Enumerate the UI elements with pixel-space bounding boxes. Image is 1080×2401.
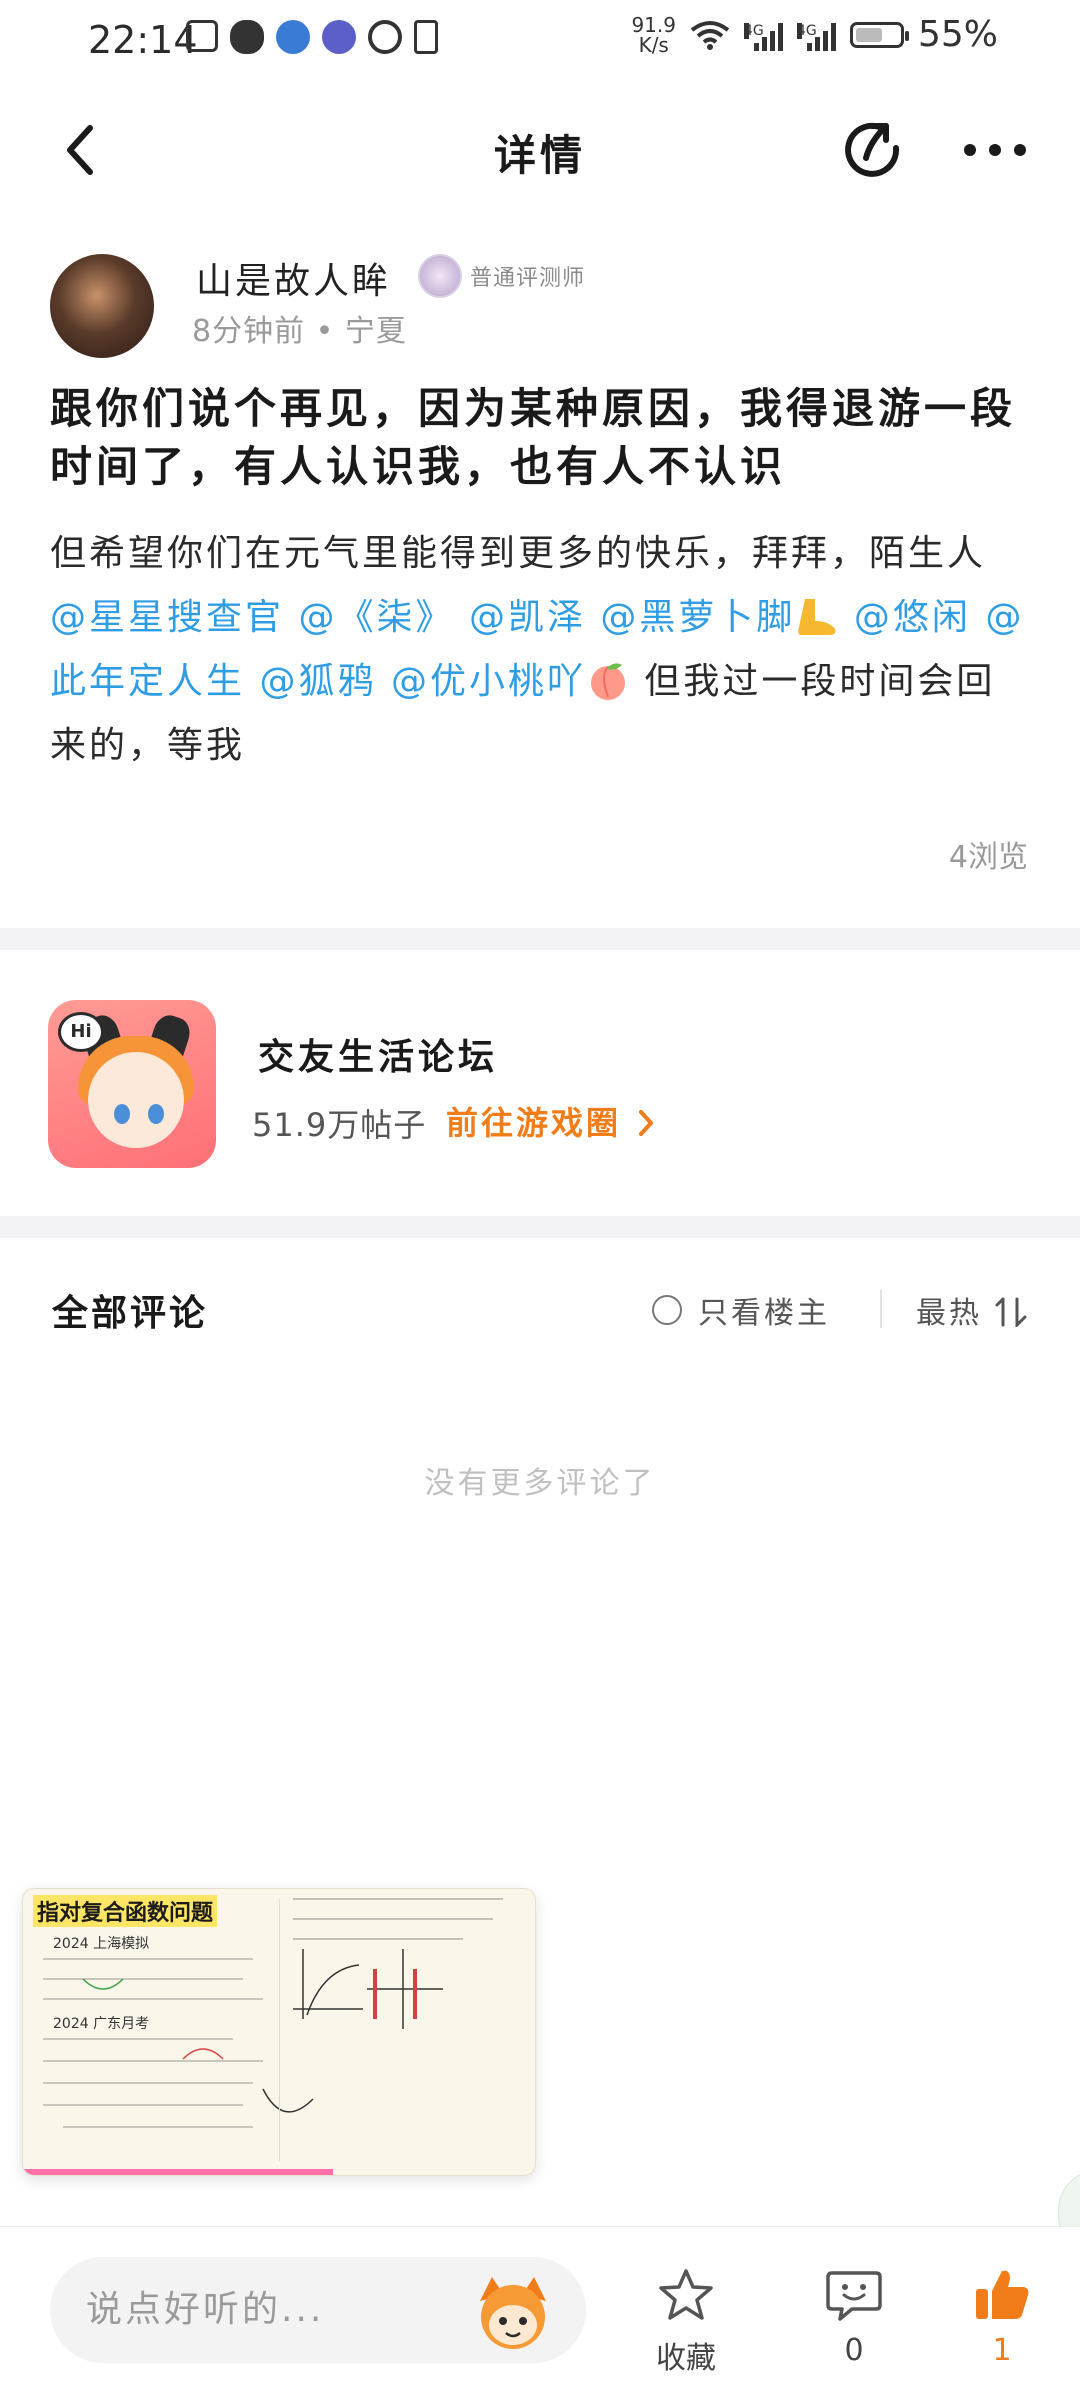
author-rank-badge: 普通评测师 xyxy=(418,254,585,298)
share-icon xyxy=(845,122,900,177)
signal-icon: 4G xyxy=(796,19,836,51)
forum-name[interactable]: 交友生活论坛 xyxy=(258,1028,498,1080)
share-button[interactable] xyxy=(842,118,906,182)
post-meta: 8分钟前 • 宁夏 xyxy=(192,314,407,349)
notification-icons xyxy=(186,20,438,54)
status-time: 22:14 xyxy=(88,18,198,62)
only-op-toggle[interactable]: 只看楼主 xyxy=(652,1288,830,1332)
mention-link[interactable]: @黑萝卜脚 xyxy=(600,597,795,638)
author-avatar[interactable] xyxy=(50,254,154,358)
post-body-intro: 但希望你们在元气里能得到更多的快乐，拜拜，陌生人 xyxy=(50,533,987,574)
forum-icon[interactable]: Hi xyxy=(48,1000,216,1168)
comment-count: 0 xyxy=(844,2333,864,2368)
page-title: 详情 xyxy=(493,131,586,180)
network-speed: 91.9 K/s xyxy=(631,12,676,57)
author-name[interactable]: 山是故人眸 xyxy=(196,252,391,304)
vertical-divider xyxy=(880,1290,882,1328)
post-title: 跟你们说个再见，因为某种原因，我得退游一段时间了，有人认识我，也有人不认识 xyxy=(50,384,1017,491)
like-button[interactable]: 1 xyxy=(952,2267,1052,2368)
mention-link[interactable]: @星星搜查官 xyxy=(50,597,284,638)
forum-post-count: 51.9万帖子 xyxy=(252,1106,427,1144)
sort-icon xyxy=(995,1297,1027,1329)
wechat-icon xyxy=(230,20,264,54)
sort-label: 最热 xyxy=(916,1296,982,1331)
section-divider xyxy=(0,928,1080,950)
wifi-icon xyxy=(690,20,730,50)
nav-header: 详情 xyxy=(0,100,1080,200)
mention-link[interactable]: @《柒》 xyxy=(298,597,454,638)
rank-badge-icon xyxy=(418,254,462,298)
status-bar: 22:14 91.9 K/s 4G 4G 55% xyxy=(0,0,1080,80)
vibrate-icon xyxy=(414,20,438,54)
only-op-label: 只看楼主 xyxy=(698,1296,830,1331)
battery-icon xyxy=(849,21,909,48)
chevron-right-icon xyxy=(639,1110,654,1136)
music-icon xyxy=(322,20,356,54)
go-to-forum-label: 前往游戏圈 xyxy=(446,1104,622,1142)
rank-label: 普通评测师 xyxy=(470,266,586,291)
view-count: 4浏览 xyxy=(948,840,1028,875)
mention-link[interactable]: @凯泽 xyxy=(469,597,586,638)
alarm-icon xyxy=(368,20,402,54)
empty-comments-text: 没有更多评论了 xyxy=(424,1466,656,1501)
sort-button[interactable]: 最热 xyxy=(916,1288,1029,1332)
bottom-action-bar: 说点好听的... 收藏 0 1 xyxy=(0,2226,1080,2401)
comment-button[interactable]: 0 xyxy=(804,2267,904,2368)
go-to-forum-link[interactable]: 前往游戏圈 xyxy=(446,1098,657,1144)
like-count: 1 xyxy=(992,2333,1012,2368)
battery-level: 55% xyxy=(917,14,998,55)
more-button[interactable] xyxy=(960,120,1030,180)
foot-emoji-icon xyxy=(798,599,836,635)
comments-heading: 全部评论 xyxy=(52,1293,209,1334)
mention-link[interactable]: @优小桃吖 xyxy=(391,661,586,702)
mention-link[interactable]: @狐鸦 xyxy=(259,661,376,702)
comment-icon xyxy=(826,2271,882,2321)
ad-handwriting-graphic xyxy=(43,1898,503,2128)
forum-icon-hi-label: Hi xyxy=(58,1012,104,1052)
system-status: 91.9 K/s 4G 4G 55% xyxy=(631,14,998,55)
bilibili-icon xyxy=(186,20,218,52)
peach-emoji-icon xyxy=(590,663,625,700)
signal-icon: 4G xyxy=(743,19,783,51)
radio-icon xyxy=(652,1295,682,1325)
mascot-emoji-icon[interactable] xyxy=(472,2271,554,2353)
more-icon xyxy=(964,144,1026,156)
floating-ad-banner[interactable]: 指对复合函数问题 2024 上海模拟 2024 广东月考 xyxy=(22,1888,536,2176)
star-icon xyxy=(659,2269,713,2320)
favorite-label: 收藏 xyxy=(656,2341,716,2376)
post-body: 但希望你们在元气里能得到更多的快乐，拜拜，陌生人 @星星搜查官 @《柒》 @凯泽… xyxy=(50,522,1030,778)
ad-divider xyxy=(279,1899,280,2161)
mention-link[interactable]: @悠闲 xyxy=(854,597,971,638)
thumbs-up-icon xyxy=(976,2270,1029,2319)
section-divider xyxy=(0,1216,1080,1238)
favorite-button[interactable]: 收藏 xyxy=(636,2267,736,2377)
ad-progress-bar xyxy=(23,2169,333,2175)
browser-icon xyxy=(276,20,310,54)
